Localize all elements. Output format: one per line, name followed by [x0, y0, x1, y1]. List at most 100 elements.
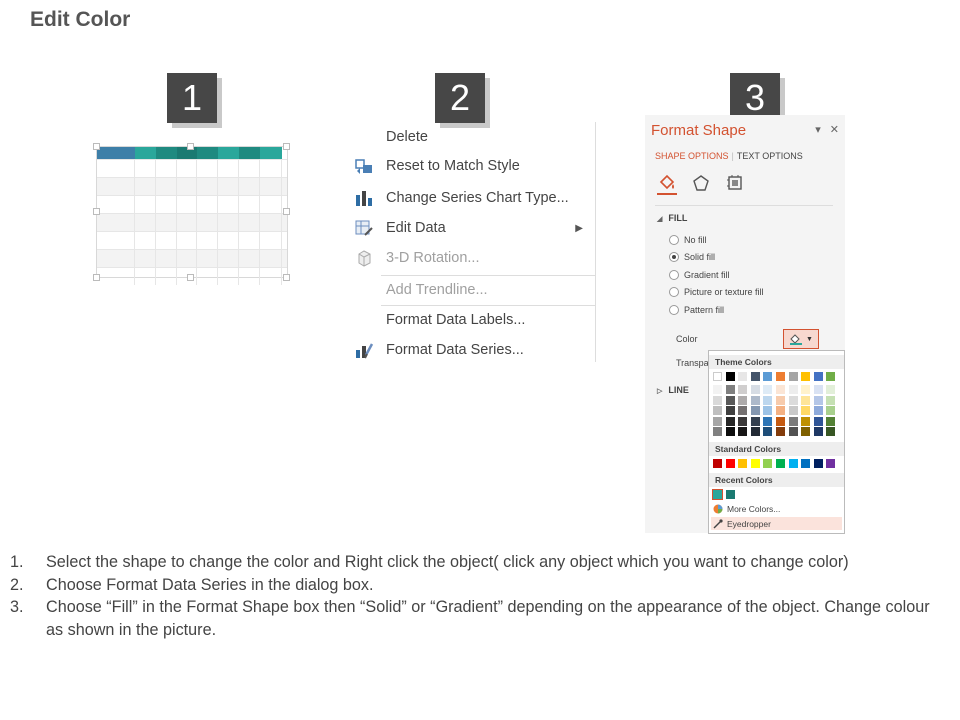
- table-header-cell[interactable]: [239, 147, 260, 159]
- standard-color-swatch[interactable]: [763, 459, 773, 468]
- table-cell[interactable]: [156, 196, 177, 213]
- theme-color-swatch[interactable]: [763, 372, 773, 381]
- radio-picture-fill[interactable]: Picture or texture fill: [669, 287, 764, 297]
- table-cell[interactable]: [260, 160, 282, 177]
- theme-color-swatch[interactable]: [788, 372, 798, 381]
- table-cell[interactable]: [97, 250, 135, 267]
- fill-section-header[interactable]: ◢ FILL: [657, 213, 687, 223]
- theme-shade-swatch[interactable]: [750, 427, 760, 436]
- theme-color-swatch[interactable]: [738, 372, 748, 381]
- table-row[interactable]: [97, 159, 287, 177]
- table-cell[interactable]: [135, 214, 156, 231]
- standard-color-swatch[interactable]: [713, 459, 722, 468]
- resize-handle-tr[interactable]: [283, 143, 290, 150]
- table-cell[interactable]: [135, 178, 156, 195]
- table-row[interactable]: [97, 195, 287, 213]
- theme-shade-swatch[interactable]: [713, 385, 722, 394]
- table-cell[interactable]: [135, 232, 156, 249]
- more-colors-item[interactable]: More Colors...: [711, 502, 842, 515]
- table-cell[interactable]: [239, 196, 260, 213]
- theme-shade-swatch[interactable]: [813, 385, 823, 394]
- table-cell[interactable]: [260, 178, 282, 195]
- table-cell[interactable]: [156, 232, 177, 249]
- close-icon[interactable]: ✕: [830, 124, 839, 136]
- table-cell[interactable]: [156, 160, 177, 177]
- table-cell[interactable]: [218, 268, 239, 285]
- color-picker-button[interactable]: ▼: [783, 329, 819, 349]
- theme-shade-swatch[interactable]: [713, 416, 722, 426]
- table-cell[interactable]: [135, 268, 156, 285]
- theme-shade-swatch[interactable]: [763, 395, 773, 405]
- standard-color-swatch[interactable]: [750, 459, 760, 468]
- theme-shade-swatch[interactable]: [738, 395, 748, 405]
- menu-item-add-trendline[interactable]: Add Trendline...: [345, 277, 595, 303]
- theme-shade-swatch[interactable]: [738, 416, 748, 426]
- table-cell[interactable]: [239, 268, 260, 285]
- theme-shade-swatch[interactable]: [826, 395, 836, 405]
- tab-shape-options[interactable]: SHAPE OPTIONS: [655, 151, 729, 161]
- theme-shade-swatch[interactable]: [801, 385, 811, 394]
- theme-color-swatch[interactable]: [813, 372, 823, 381]
- table-cell[interactable]: [197, 268, 218, 285]
- menu-item-edit-data[interactable]: Edit Data ▶: [345, 215, 595, 241]
- table-cell[interactable]: [97, 232, 135, 249]
- standard-color-swatch[interactable]: [813, 459, 823, 468]
- theme-shade-swatch[interactable]: [763, 427, 773, 436]
- theme-shade-swatch[interactable]: [813, 395, 823, 405]
- radio-no-fill[interactable]: No fill: [669, 235, 707, 245]
- menu-item-reset-style[interactable]: Reset to Match Style: [345, 153, 595, 179]
- line-section-header[interactable]: ▷ LINE: [657, 385, 689, 395]
- table-cell[interactable]: [197, 250, 218, 267]
- table-cell[interactable]: [197, 214, 218, 231]
- resize-handle-mr[interactable]: [283, 208, 290, 215]
- table-cell[interactable]: [218, 196, 239, 213]
- theme-color-swatch[interactable]: [826, 372, 836, 381]
- theme-color-swatch[interactable]: [801, 372, 811, 381]
- theme-shade-swatch[interactable]: [725, 385, 735, 394]
- table-cell[interactable]: [239, 232, 260, 249]
- table-cell[interactable]: [239, 178, 260, 195]
- table-cell[interactable]: [135, 196, 156, 213]
- theme-shade-swatch[interactable]: [775, 416, 785, 426]
- menu-item-format-data-series[interactable]: Format Data Series...: [345, 337, 595, 363]
- recent-color-swatch[interactable]: [712, 489, 723, 500]
- theme-shade-swatch[interactable]: [813, 427, 823, 436]
- table-cell[interactable]: [97, 196, 135, 213]
- radio-solid-fill[interactable]: Solid fill: [669, 252, 715, 262]
- table-cell[interactable]: [218, 232, 239, 249]
- table-header-cell[interactable]: [135, 147, 156, 159]
- theme-shade-swatch[interactable]: [775, 395, 785, 405]
- table-cell[interactable]: [197, 196, 218, 213]
- table-cell[interactable]: [239, 250, 260, 267]
- radio-gradient-fill[interactable]: Gradient fill: [669, 270, 730, 280]
- theme-shade-swatch[interactable]: [801, 406, 811, 415]
- theme-shade-swatch[interactable]: [725, 406, 735, 415]
- theme-shade-swatch[interactable]: [826, 406, 836, 415]
- table-cell[interactable]: [135, 160, 156, 177]
- menu-item-change-chart-type[interactable]: Change Series Chart Type...: [345, 185, 595, 211]
- theme-shade-swatch[interactable]: [788, 406, 798, 415]
- effects-pentagon-icon[interactable]: [691, 173, 711, 193]
- sample-table[interactable]: [96, 146, 288, 285]
- table-cell[interactable]: [239, 214, 260, 231]
- table-cell[interactable]: [218, 160, 239, 177]
- theme-shade-swatch[interactable]: [738, 427, 748, 436]
- table-header-cell[interactable]: [260, 147, 282, 159]
- theme-shade-swatch[interactable]: [826, 427, 836, 436]
- table-cell[interactable]: [260, 196, 282, 213]
- theme-shade-swatch[interactable]: [775, 385, 785, 394]
- theme-shade-swatch[interactable]: [738, 406, 748, 415]
- resize-handle-tl[interactable]: [93, 143, 100, 150]
- theme-shade-swatch[interactable]: [763, 385, 773, 394]
- theme-shade-swatch[interactable]: [763, 406, 773, 415]
- table-row[interactable]: [97, 213, 287, 231]
- theme-color-swatch[interactable]: [713, 372, 722, 381]
- table-header-cell[interactable]: [197, 147, 218, 159]
- table-cell[interactable]: [177, 178, 197, 195]
- theme-shade-swatch[interactable]: [738, 385, 748, 394]
- theme-shade-swatch[interactable]: [788, 427, 798, 436]
- radio-pattern-fill[interactable]: Pattern fill: [669, 305, 724, 315]
- recent-color-swatch[interactable]: [725, 490, 735, 499]
- theme-shade-swatch[interactable]: [725, 416, 735, 426]
- theme-shade-swatch[interactable]: [750, 395, 760, 405]
